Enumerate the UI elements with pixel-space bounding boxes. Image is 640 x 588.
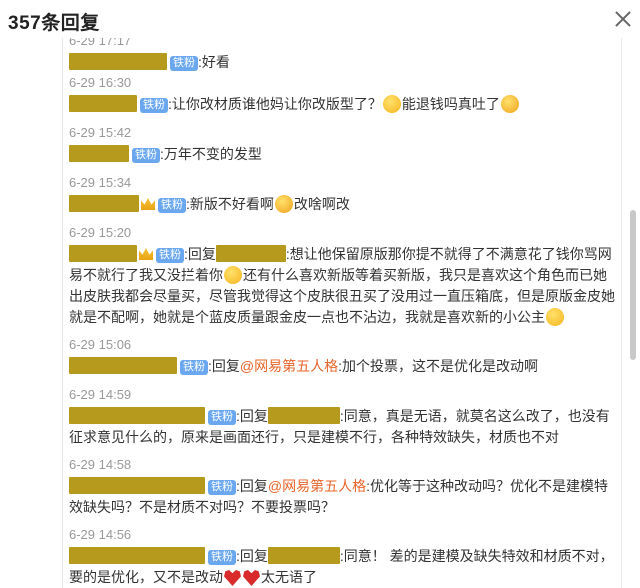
scrollbar[interactable]	[630, 210, 636, 360]
comment-text: :万年不变的发型	[160, 146, 262, 162]
list-item: 6-29 14:59 铁粉:回复:同意，真是无语，就莫名这么改了，也没有征求意见…	[63, 386, 621, 456]
reply-target-redacted[interactable]	[215, 245, 286, 262]
timestamp: 6-29 15:20	[69, 225, 132, 240]
list-item: 6-29 14:58 铁粉:回复@网易第五人格:优化等于这种改动吗？优化不是建模…	[63, 456, 621, 526]
comment-text-2: 能退钱吗真吐了	[401, 96, 500, 112]
comment-text: :让你改材质谁他妈让你改版型了？	[168, 96, 382, 112]
timestamp: 6-29 17:17	[69, 38, 132, 48]
reply-label: :回复	[236, 478, 268, 494]
fan-badge: 铁粉	[132, 148, 160, 163]
crown-icon	[141, 198, 155, 210]
reply-list: 6-29 17:17 铁粉:好看 6-29 16:30 铁粉:让你改材质谁他妈让…	[63, 38, 621, 588]
list-item: 6-29 16:30 铁粉:让你改材质谁他妈让你改版型了？ 能退钱吗真吐了	[63, 74, 621, 124]
fan-badge: 铁粉	[208, 410, 236, 425]
reply-label: :回复	[236, 408, 268, 424]
header: 357条回复	[0, 0, 640, 38]
reply-label: :回复	[208, 358, 240, 374]
list-item: 6-29 15:06 铁粉:回复@网易第五人格:加个投票，这不是优化是改动啊	[63, 336, 621, 386]
broken-heart-icon	[243, 570, 260, 586]
list-item: 6-29 15:42 铁粉:万年不变的发型	[63, 124, 621, 174]
broken-heart-icon	[224, 570, 241, 586]
timestamp: 6-29 16:30	[69, 75, 132, 90]
comment-text: :加个投票，这不是优化是改动啊	[338, 358, 538, 374]
fan-badge: 铁粉	[208, 550, 236, 565]
comment-text-2: 太无语了	[261, 569, 317, 585]
love-emoji-icon	[546, 308, 564, 326]
crown-icon	[139, 248, 153, 260]
timestamp: 6-29 15:42	[69, 125, 132, 140]
username-redacted[interactable]	[69, 195, 139, 212]
username-redacted[interactable]	[69, 547, 205, 564]
page-title: 357条回复	[8, 13, 100, 34]
vomit-emoji-icon	[500, 95, 519, 113]
list-item: 6-29 17:17 铁粉:好看	[63, 38, 621, 74]
username-redacted[interactable]	[69, 477, 205, 494]
reply-label: :回复	[184, 246, 216, 262]
fan-badge: 铁粉	[208, 480, 236, 495]
username-redacted[interactable]	[69, 407, 205, 424]
list-item: 6-29 15:34 铁粉:新版不好看啊 改啥啊改	[63, 174, 621, 224]
comment-text: :好看	[198, 54, 230, 70]
mention-link[interactable]: @网易第五人格	[268, 478, 366, 494]
close-icon[interactable]	[612, 8, 634, 30]
fan-badge: 铁粉	[180, 360, 208, 375]
comment-text: :新版不好看啊	[186, 196, 274, 212]
smile-emoji-icon	[224, 266, 242, 284]
fan-badge: 铁粉	[158, 198, 186, 213]
reply-label: :回复	[236, 548, 268, 564]
timestamp: 6-29 14:56	[69, 527, 132, 542]
crying-emoji-icon	[274, 195, 293, 213]
username-redacted[interactable]	[69, 95, 137, 112]
fan-badge: 铁粉	[140, 98, 168, 113]
fan-badge: 铁粉	[170, 56, 198, 71]
list-item: 6-29 14:56 铁粉:回复:同意！ 差的是建模及缺失特效和材质不对，要的是…	[63, 526, 621, 588]
username-redacted[interactable]	[69, 145, 129, 162]
comment-text-2: 改啥啊改	[293, 196, 350, 212]
timestamp: 6-29 15:06	[69, 337, 132, 352]
thinking-emoji-icon	[382, 95, 401, 113]
mention-link[interactable]: @网易第五人格	[240, 358, 338, 374]
reply-target-redacted[interactable]	[267, 547, 340, 564]
timestamp: 6-29 14:58	[69, 457, 132, 472]
timestamp: 6-29 15:34	[69, 175, 132, 190]
reply-target-redacted[interactable]	[267, 407, 340, 424]
username-redacted[interactable]	[69, 357, 177, 374]
timestamp: 6-29 14:59	[69, 387, 132, 402]
username-redacted[interactable]	[69, 53, 167, 70]
list-item: 6-29 15:20 铁粉:回复:想让他保留原版那你提不就得了不满意花了钱你骂网…	[63, 224, 621, 336]
reply-list-panel[interactable]: 6-29 17:17 铁粉:好看 6-29 16:30 铁粉:让你改材质谁他妈让…	[62, 38, 622, 588]
fan-badge: 铁粉	[156, 248, 184, 263]
username-redacted[interactable]	[69, 245, 137, 262]
